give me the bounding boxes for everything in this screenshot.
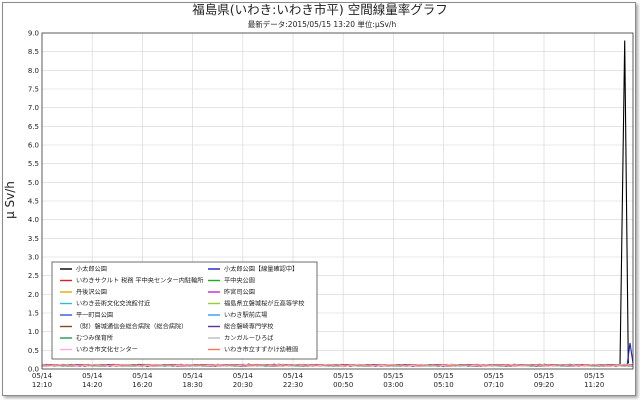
y-tick-label: 9.0 <box>28 30 39 38</box>
x-tick-date: 05/14 <box>82 372 103 380</box>
x-tick-time: 05:10 <box>434 381 454 389</box>
legend-entry-label: むつみ保育所 <box>76 334 113 342</box>
x-tick-time: 16:20 <box>132 381 152 389</box>
y-tick-label: 5.0 <box>28 179 39 187</box>
x-tick-labels: 05/1412:1005/1414:2005/1416:2005/1418:30… <box>32 372 604 389</box>
legend-entry-label: いわきサクルト 税務 平中央センター内駐輪所 <box>76 277 204 285</box>
y-axis-label: μ Sv/h <box>3 181 17 219</box>
chart-title: 福島県(いわき:いわき市平) 空間線量率グラフ <box>192 2 447 17</box>
y-tick-label: 0.5 <box>28 347 39 355</box>
legend-entry-label: カンガルーひろば <box>224 334 274 342</box>
x-tick-time: 09:20 <box>534 381 554 389</box>
x-tick-date: 05/14 <box>283 372 304 380</box>
legend-entry-label: いわき駅前広場 <box>224 311 267 319</box>
y-tick-label: 6.5 <box>28 123 39 131</box>
legend-entry-label: いわき市文化センター <box>76 346 138 354</box>
x-tick-date: 05/15 <box>534 372 554 380</box>
x-tick-time: 14:20 <box>82 381 102 389</box>
x-tick-date: 05/15 <box>584 372 604 380</box>
chart-legend: 小太郎公園 小太郎公園【線量確認中】いわきサクルト 税務 平中央センター内駐輪所平… <box>51 261 318 360</box>
y-tick-labels: 0.00.51.01.52.02.53.03.54.04.55.05.56.06… <box>28 30 39 374</box>
y-tick-label: 2.5 <box>28 272 39 280</box>
x-tick-date: 05/14 <box>233 372 254 380</box>
y-tick-label: 3.5 <box>28 235 39 243</box>
legend-entry-label: 平中央公園 <box>224 277 255 285</box>
unit-value: μSv/h <box>375 20 396 29</box>
y-tick-label: 4.0 <box>28 216 39 224</box>
y-tick-label: 7.5 <box>28 86 39 94</box>
x-tick-date: 05/14 <box>183 372 204 380</box>
x-tick-time: 22:30 <box>283 381 303 389</box>
x-tick-time: 12:10 <box>32 381 52 389</box>
legend-entry-label: 小太郎公園【線量確認中】 <box>224 265 298 273</box>
legend-entry-label: いわき市立すずかけ幼稚園 <box>224 346 298 354</box>
y-tick-label: 8.0 <box>28 67 39 75</box>
y-tick-label: 6.0 <box>28 142 39 150</box>
legend-entry-label: 福島県立磐城桜が丘高等学校 <box>224 300 304 308</box>
x-tick-date: 05/14 <box>132 372 153 380</box>
legend-entry-label: 昨宮司公園 <box>224 288 255 296</box>
y-tick-label: 3.0 <box>28 254 39 262</box>
legend-entry-label: いわき芸術文化交流館付近 <box>76 300 150 308</box>
y-tick-label: 1.0 <box>28 328 39 336</box>
x-tick-time: 03:00 <box>383 381 403 389</box>
legend-entry-label: 総合磐崎専門学校 <box>224 323 274 331</box>
latest-data-label: 最新データ <box>248 19 286 29</box>
y-tick-label: 4.5 <box>28 198 39 206</box>
y-tick-label: 1.5 <box>28 310 39 318</box>
chart-subtitle: 最新データ:2015/05/15 13:20 単位:μSv/h <box>248 19 397 29</box>
x-tick-date: 05/15 <box>383 372 403 380</box>
x-tick-date: 05/15 <box>484 372 504 380</box>
legend-entry-label: 小太郎公園 <box>76 265 107 273</box>
legend-entry-label: 丹後沢公園 <box>76 288 107 296</box>
y-tick-label: 2.0 <box>28 291 39 299</box>
x-tick-date: 05/15 <box>434 372 454 380</box>
unit-label: 単位 <box>357 19 372 29</box>
x-tick-time: 00:50 <box>333 381 353 389</box>
radiation-dose-chart: 福島県(いわき:いわき市平) 空間線量率グラフ 最新データ:2015/05/15… <box>3 2 634 389</box>
legend-entry-label: 平一町目公園 <box>76 312 113 319</box>
legend-entry-label: （財）磐城通信会総合病院（総合病院） <box>76 323 187 331</box>
x-tick-time: 18:30 <box>183 381 203 389</box>
latest-data-value: 2015/05/15 13:20 <box>288 20 355 29</box>
x-tick-date: 05/15 <box>333 372 353 380</box>
y-tick-label: 5.5 <box>28 160 39 168</box>
y-tick-label: 7.0 <box>28 104 39 112</box>
x-tick-time: 11:20 <box>584 381 604 389</box>
y-tick-label: 8.5 <box>28 48 39 56</box>
x-tick-time: 20:30 <box>233 381 253 389</box>
x-tick-time: 07:10 <box>484 381 504 389</box>
x-tick-date: 05/14 <box>32 372 53 380</box>
